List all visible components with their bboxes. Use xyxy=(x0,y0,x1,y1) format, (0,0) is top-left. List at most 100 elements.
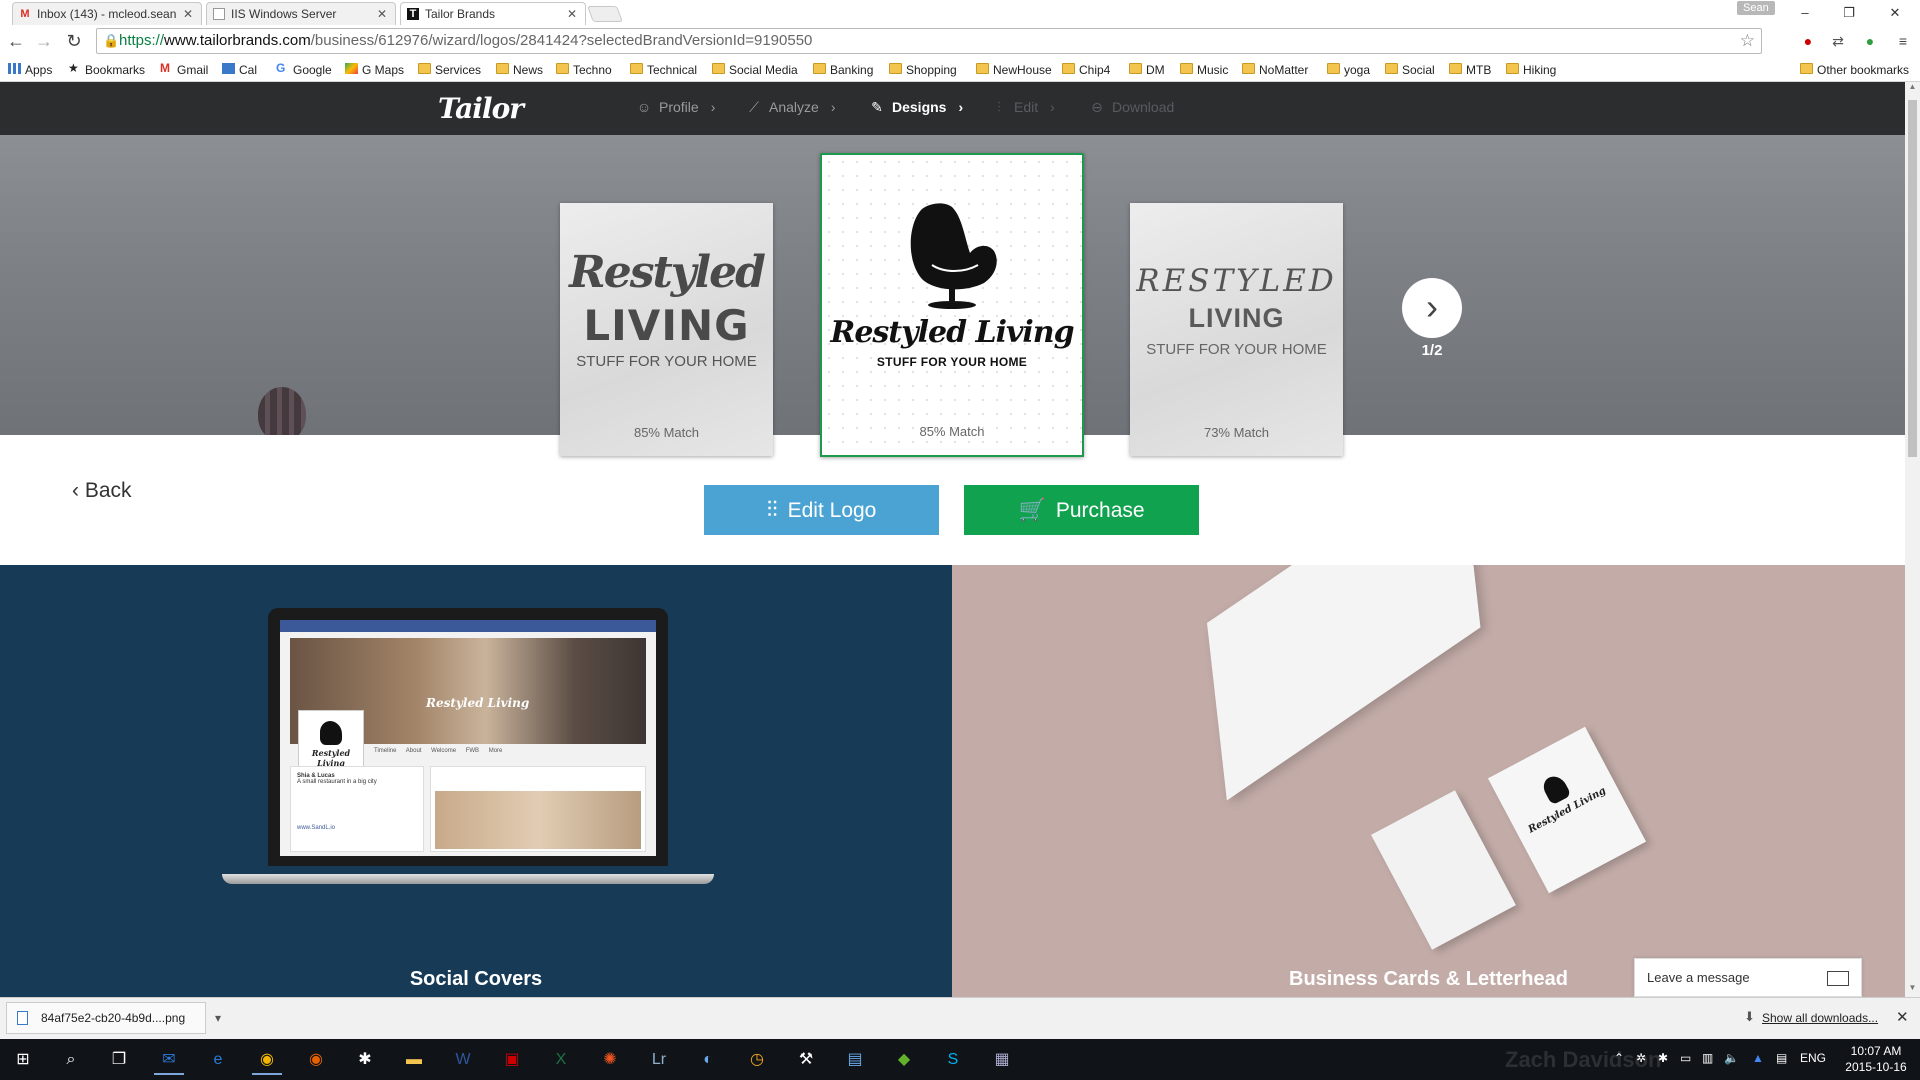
back-arrow-icon[interactable]: ← xyxy=(4,29,28,53)
bookmark-folder[interactable]: Technical xyxy=(630,62,697,78)
firefox-icon[interactable]: ◉ xyxy=(301,1045,331,1075)
download-item[interactable]: 84af75e2-cb20-4b9d....png ▾ xyxy=(6,1002,221,1034)
business-cards-panel[interactable]: Restyled Living Business Cards & Letterh… xyxy=(952,565,1905,997)
tailor-logo[interactable]: Tailor xyxy=(438,92,524,125)
bookmark-apps[interactable]: Apps xyxy=(8,62,52,78)
language-indicator[interactable]: ENG xyxy=(1800,1051,1826,1065)
bookmark-cal[interactable]: Cal xyxy=(222,62,257,78)
action-center-icon[interactable]: ▤ xyxy=(1776,1051,1787,1065)
bookmark-folder[interactable]: Hiking xyxy=(1506,62,1556,78)
chevron-down-icon[interactable]: ▾ xyxy=(215,1003,221,1033)
clock-app-icon[interactable]: ◷ xyxy=(742,1045,772,1075)
volume-icon[interactable]: 🔈 xyxy=(1724,1051,1739,1065)
file-explorer-icon[interactable]: ▬ xyxy=(399,1045,429,1075)
windows-start-icon[interactable]: ⊞ xyxy=(8,1045,38,1075)
bookmark-folder[interactable]: Shopping xyxy=(889,62,957,78)
word-icon[interactable]: W xyxy=(448,1045,478,1075)
show-all-downloads-link[interactable]: Show all downloads... xyxy=(1762,1011,1878,1025)
close-icon[interactable]: ✕ xyxy=(1896,1008,1909,1026)
bookmark-folder[interactable]: Techno xyxy=(556,62,612,78)
slack-tray-icon[interactable]: ✱ xyxy=(1658,1051,1668,1065)
step-profile[interactable]: ☺ Profile › xyxy=(635,99,716,115)
extension-icon[interactable]: ● xyxy=(1798,31,1818,51)
bookmark-google[interactable]: G Google xyxy=(276,62,332,78)
cover-script-text: Restyled Living xyxy=(426,696,530,710)
folder-icon xyxy=(1129,63,1142,74)
search-icon[interactable]: ⌕ xyxy=(56,1045,86,1075)
design-card[interactable]: RESTYLED LIVING STUFF FOR YOUR HOME 73% … xyxy=(1130,203,1343,456)
evernote-icon[interactable]: ● xyxy=(1860,31,1880,51)
bookmark-folder[interactable]: Music xyxy=(1180,62,1228,78)
bookmark-folder[interactable]: NoMatter xyxy=(1242,62,1308,78)
evernote-icon[interactable]: ◆ xyxy=(889,1045,919,1075)
bookmark-folder[interactable]: Chip4 xyxy=(1062,62,1110,78)
menu-icon[interactable]: ≡ xyxy=(1893,31,1913,51)
lightroom-icon[interactable]: Lr xyxy=(644,1045,674,1075)
back-link[interactable]: ‹ Back xyxy=(72,479,132,503)
settings-icon[interactable]: ✲ xyxy=(1636,1051,1646,1065)
bookmark-folder[interactable]: MTB xyxy=(1449,62,1491,78)
reload-icon[interactable]: ↻ xyxy=(62,29,86,53)
bookmark-folder[interactable]: NewHouse xyxy=(976,62,1052,78)
bookmark-folder[interactable]: DM xyxy=(1129,62,1165,78)
scroll-up-icon[interactable]: ▲ xyxy=(1905,82,1920,96)
chevron-right-icon: › xyxy=(958,99,964,115)
outlook-icon[interactable]: ✉ xyxy=(154,1045,184,1075)
other-bookmarks[interactable]: Other bookmarks xyxy=(1800,62,1909,78)
page-scrollbar[interactable]: ▲ ▼ xyxy=(1905,82,1920,997)
battery-icon[interactable]: ▭ xyxy=(1680,1051,1691,1065)
excel-icon[interactable]: X xyxy=(546,1045,576,1075)
slack-icon[interactable]: ✱ xyxy=(350,1045,380,1075)
bookmark-folder[interactable]: Services xyxy=(418,62,481,78)
bookmark-folder[interactable]: Social xyxy=(1385,62,1435,78)
profile-badge[interactable]: Sean xyxy=(1737,1,1775,15)
address-bar[interactable]: 🔒 https://www.tailorbrands.com/business/… xyxy=(96,28,1762,54)
tools-icon[interactable]: ⚒ xyxy=(791,1045,821,1075)
design-card[interactable]: Restyled LIVING STUFF FOR YOUR HOME 85% … xyxy=(560,203,773,456)
bookmark-folder[interactable]: News xyxy=(496,62,543,78)
app-icon[interactable]: ◐ xyxy=(693,1045,723,1075)
chat-label: Leave a message xyxy=(1647,970,1750,985)
digital-icon[interactable]: ▣ xyxy=(497,1045,527,1075)
forward-arrow-icon[interactable]: → xyxy=(32,29,56,53)
minimize-icon[interactable]: – xyxy=(1788,2,1822,24)
app-window-icon[interactable]: ▦ xyxy=(987,1045,1017,1075)
tab-iis[interactable]: IIS Windows Server ✕ xyxy=(206,2,396,25)
tab-gmail[interactable]: M Inbox (143) - mcleod.sean ✕ xyxy=(12,2,202,25)
next-page-button[interactable]: › xyxy=(1402,278,1462,338)
skype-icon[interactable]: S xyxy=(938,1045,968,1075)
live-chat-widget[interactable]: Leave a message xyxy=(1634,958,1862,997)
tray-chevron-up-icon[interactable]: ⌃ xyxy=(1614,1051,1624,1065)
restore-icon[interactable]: ❐ xyxy=(1832,2,1866,24)
chrome-icon[interactable]: ◉ xyxy=(252,1045,282,1075)
close-icon[interactable]: ✕ xyxy=(567,3,577,25)
bookmark-folder[interactable]: yoga xyxy=(1327,62,1370,78)
edge-icon[interactable]: e xyxy=(203,1045,233,1075)
close-icon[interactable]: ✕ xyxy=(183,3,193,25)
task-view-icon[interactable]: ❐ xyxy=(104,1045,134,1075)
bookmark-star-icon[interactable]: ☆ xyxy=(1740,29,1755,53)
bookmark-gmail[interactable]: M Gmail xyxy=(160,62,208,78)
tab-tailor-brands[interactable]: T Tailor Brands ✕ xyxy=(400,2,586,25)
network-icon[interactable]: ▥ xyxy=(1702,1051,1713,1065)
scrollbar-thumb[interactable] xyxy=(1908,100,1917,457)
scroll-down-icon[interactable]: ▼ xyxy=(1905,983,1920,997)
bookmark-folder[interactable]: Social Media xyxy=(712,62,798,78)
new-tab-button[interactable] xyxy=(587,6,623,22)
social-covers-panel[interactable]: Restyled Living Restyled Living Timeline… xyxy=(0,565,952,997)
step-analyze[interactable]: ⟋ Analyze › xyxy=(745,99,835,116)
bookmark-folder[interactable]: Banking xyxy=(813,62,873,78)
system-clock[interactable]: 10:07 AM 2015-10-16 xyxy=(1836,1043,1916,1075)
purchase-button[interactable]: 🛒 Purchase xyxy=(964,485,1199,535)
remote-desktop-icon[interactable]: ▤ xyxy=(840,1045,870,1075)
extension-icon[interactable]: ⇄ xyxy=(1828,31,1848,51)
bookmark-g-maps[interactable]: G Maps xyxy=(345,62,404,78)
step-designs[interactable]: ✎ Designs › xyxy=(868,99,963,116)
drive-icon[interactable]: ▲ xyxy=(1752,1051,1764,1065)
bookmark-bookmarks[interactable]: ★ Bookmarks xyxy=(68,62,145,78)
close-window-icon[interactable]: ✕ xyxy=(1878,2,1912,24)
close-icon[interactable]: ✕ xyxy=(377,3,387,25)
design-card-selected[interactable]: Restyled Living STUFF FOR YOUR HOME 85% … xyxy=(820,153,1084,457)
edit-logo-button[interactable]: ⫶⫶ Edit Logo xyxy=(704,485,939,535)
ubuntu-icon[interactable]: ✺ xyxy=(595,1045,625,1075)
